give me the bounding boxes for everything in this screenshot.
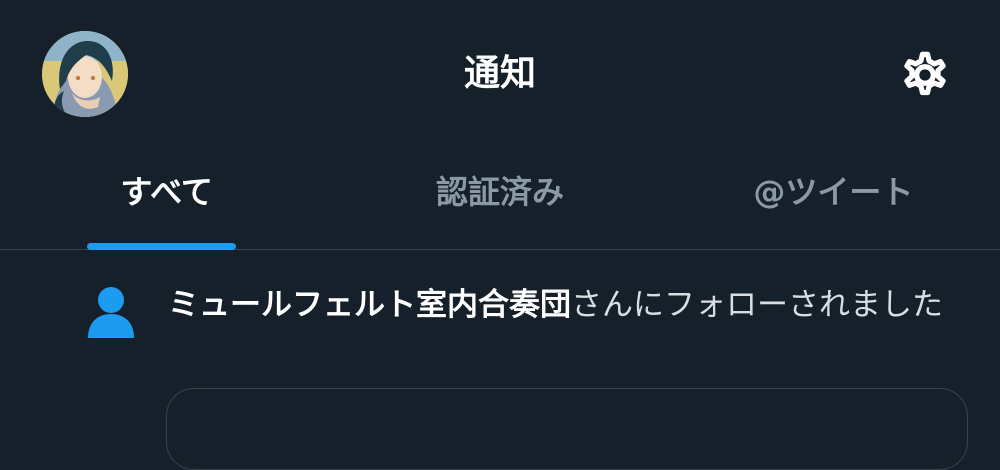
app-header: 通知 xyxy=(0,0,1000,148)
active-tab-indicator xyxy=(87,243,236,250)
page-title: 通知 xyxy=(463,53,536,94)
profile-avatar[interactable] xyxy=(42,31,128,117)
notification-text: ミュールフェルト室内合奏団さんにフォローされました xyxy=(168,282,968,328)
notification-item[interactable]: ミュールフェルト室内合奏団さんにフォローされました xyxy=(0,250,1000,470)
tab-all-label: すべて xyxy=(120,173,213,211)
tab-verified[interactable]: 認証済み xyxy=(333,148,666,249)
tab-mentions-label: @ツイート xyxy=(753,173,914,211)
tab-mentions[interactable]: @ツイート xyxy=(667,148,1000,249)
gear-icon[interactable] xyxy=(894,44,956,106)
person-icon xyxy=(86,286,136,338)
embedded-profile-card[interactable] xyxy=(166,388,968,470)
notification-message: さんにフォローされました xyxy=(571,287,943,323)
notification-tabs: すべて 認証済み @ツイート xyxy=(0,148,1000,250)
tab-verified-label: 認証済み xyxy=(435,173,564,211)
account-name-link[interactable]: ミュールフェルト室内合奏団 xyxy=(168,287,571,323)
tab-all[interactable]: すべて xyxy=(0,148,333,250)
